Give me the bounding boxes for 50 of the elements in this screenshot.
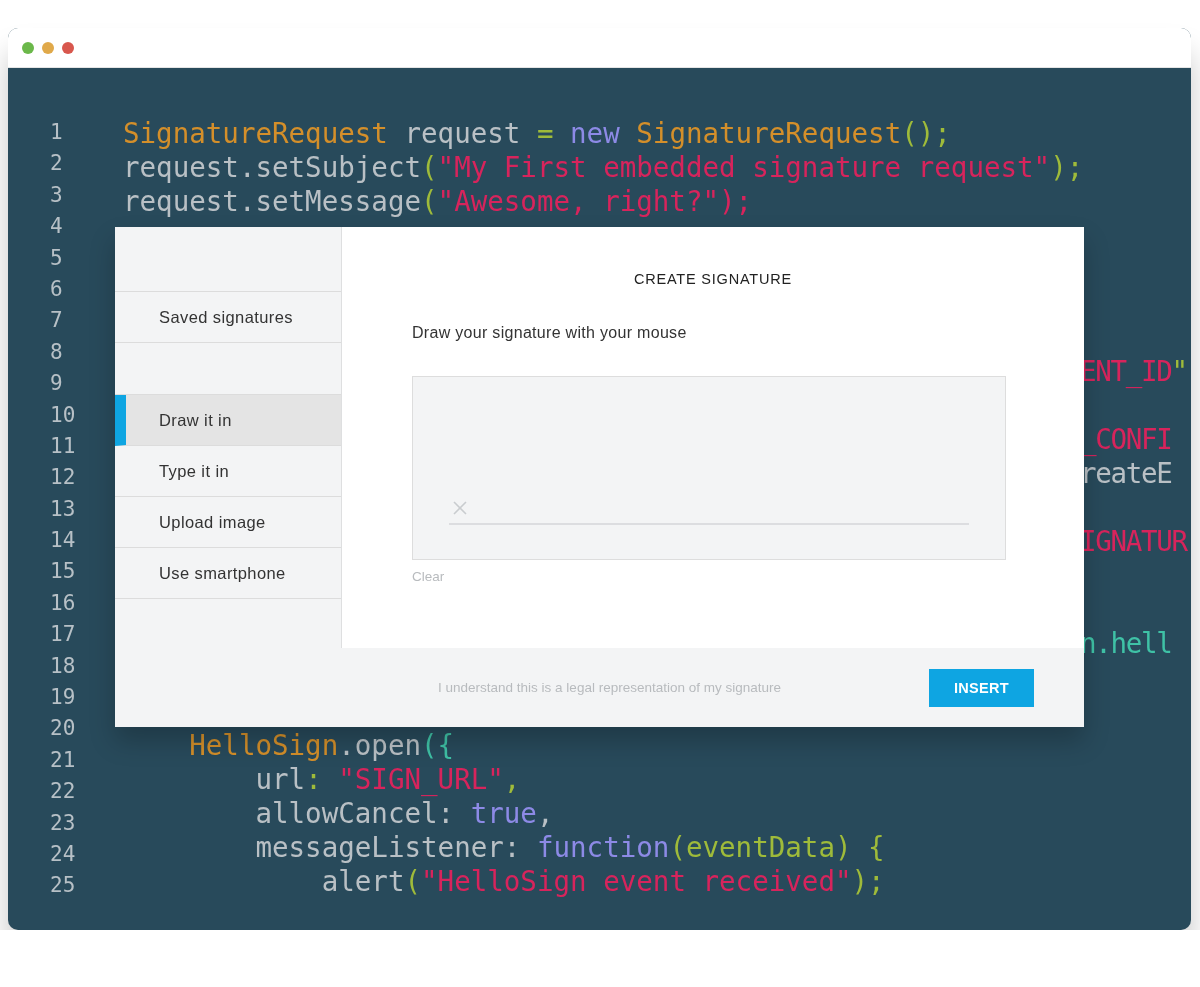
- line-number: 2: [49, 150, 64, 178]
- line-number: 16: [49, 589, 77, 617]
- line-number: 23: [49, 809, 77, 837]
- code-line: HelloSign.open({: [188, 728, 455, 762]
- code-line: request.setMessage("Awesome, right?");: [123, 184, 753, 218]
- line-number: 9: [49, 370, 64, 398]
- line-number: 19: [49, 684, 77, 712]
- code-line: IGNATUR: [1080, 524, 1187, 558]
- code-line: reateE: [1080, 456, 1172, 490]
- line-number: 25: [49, 872, 77, 900]
- sidebar-item[interactable]: Saved signatures: [115, 292, 341, 343]
- line-number: 18: [49, 652, 77, 680]
- line-number: 22: [49, 778, 77, 806]
- window-dot[interactable]: [22, 41, 34, 54]
- code-line: ENT_ID": [1080, 354, 1187, 388]
- sidebar-item[interactable]: Draw it in: [115, 395, 341, 446]
- window-dot[interactable]: [62, 41, 74, 54]
- line-number: 10: [49, 401, 77, 429]
- line-number: 1: [49, 119, 64, 146]
- line-number: 6: [49, 275, 64, 303]
- line-number: 5: [49, 244, 64, 272]
- line-number: 15: [49, 558, 77, 586]
- sidebar-item[interactable]: Type it in: [115, 446, 341, 497]
- sidebar-item[interactable]: Use smartphone: [115, 548, 341, 599]
- line-number: 24: [49, 841, 77, 868]
- code-line: alert("HelloSign event received");: [320, 864, 885, 898]
- line-number: 14: [49, 527, 77, 555]
- line-number: 11: [49, 432, 77, 460]
- dialog-title: CREATE SIGNATURE: [632, 271, 794, 287]
- code-line: allowCancel: true,: [254, 796, 554, 830]
- line-number: 17: [49, 621, 77, 649]
- close-icon[interactable]: [453, 501, 467, 515]
- code-line: messageListener: function(eventData) {: [254, 830, 885, 864]
- line-number: 3: [49, 181, 64, 209]
- line-number: 21: [49, 746, 77, 774]
- line-number: 13: [49, 495, 77, 523]
- window-dot[interactable]: [42, 41, 54, 54]
- code-line: n.hell: [1080, 626, 1172, 660]
- code-line: SignatureRequest request = new SignatureRequest();: [123, 116, 951, 150]
- code-line: request.setSubject("My First embedded signature request");: [123, 150, 1084, 184]
- line-number: 20: [49, 715, 77, 743]
- signature-pad[interactable]: [412, 376, 1006, 560]
- code-line: url: "SIGN_URL",: [254, 762, 521, 796]
- sidebar-item[interactable]: Upload image: [115, 497, 341, 548]
- line-number: 4: [49, 213, 64, 241]
- code-line: _CONFI: [1080, 422, 1172, 456]
- line-number: 7: [49, 307, 64, 335]
- line-number: 8: [49, 338, 64, 366]
- line-number: 12: [49, 464, 77, 492]
- instruction-text: Draw your signature with your mouse: [412, 324, 688, 342]
